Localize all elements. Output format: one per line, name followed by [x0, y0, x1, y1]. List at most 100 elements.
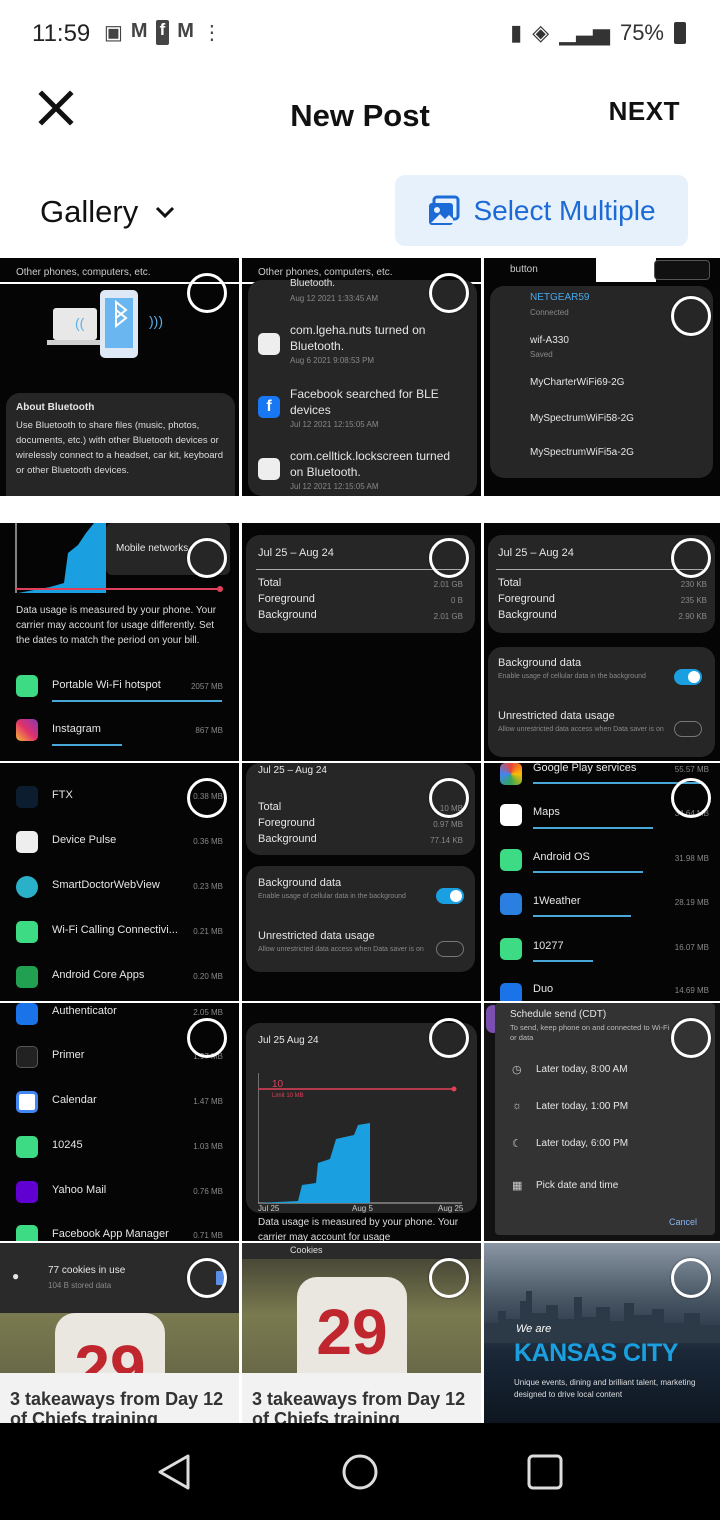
about-body: Use Bluetooth to share files (music, pho…: [16, 420, 223, 476]
dialog-title: Schedule send (CDT): [510, 1009, 607, 1020]
google-play-services-icon: [500, 763, 522, 785]
select-circle[interactable]: [187, 538, 227, 578]
app-usage: 2057 MB: [190, 682, 223, 691]
usage-note: Data usage is measured by your phone. Yo…: [258, 1217, 459, 1241]
date-range: Jul 25 – Aug 24: [258, 547, 334, 559]
select-circle[interactable]: [187, 1018, 227, 1058]
gallery-thumbnail[interactable]: Mobile networks Data usage is measured b…: [0, 523, 239, 761]
multiple-photos-icon: [429, 195, 460, 225]
clock-icon: ◷: [512, 1064, 522, 1076]
limit-sub: Limit 10 MB: [272, 1093, 304, 1099]
setting-sub: Allow unrestricted data access when Data…: [498, 726, 664, 733]
app-name: SmartDoctorWebView: [52, 879, 160, 891]
app-name: 10245: [52, 1139, 83, 1151]
cookies-stored: 104 B stored data: [48, 1281, 112, 1290]
gallery-thumbnail[interactable]: button NETGEAR59 Connected wif-A330 Save…: [484, 258, 720, 496]
stat-label: Total: [258, 801, 282, 813]
app-usage: 1.47 MB: [193, 1097, 223, 1106]
top-bar: New Post NEXT: [0, 68, 720, 168]
gallery-dropdown[interactable]: Gallery: [40, 194, 176, 230]
chevron-down-icon: [156, 206, 175, 219]
select-circle[interactable]: [671, 1018, 711, 1058]
wifi-network: NETGEAR59: [530, 292, 590, 303]
gallery-thumbnail[interactable]: Authenticator 2.05 MB Primer 1.97 MB Cal…: [0, 1003, 239, 1241]
cookies-label: Cookies: [290, 1245, 323, 1255]
select-circle[interactable]: [671, 296, 711, 336]
select-circle[interactable]: [671, 538, 711, 578]
home-icon[interactable]: [341, 1453, 379, 1491]
gallery-thumbnail[interactable]: Jul 25 Aug 24 10 Limit 10 MB Jul 25 Aug …: [242, 1003, 481, 1241]
gmail-icon: M: [177, 20, 194, 42]
stat-value: 2.01 GB: [433, 612, 463, 621]
gmail-icon: M: [130, 20, 148, 42]
gallery-thumbnail[interactable]: FTX 0.38 MB Device Pulse 0.36 MB SmartDo…: [0, 763, 239, 1001]
article-headline: 3 takeaways from Day 12 of Chiefs traini…: [10, 1389, 224, 1423]
log-entry-title: Facebook searched for BLE devices: [290, 387, 439, 417]
limit-label: 10: [272, 1079, 284, 1090]
toggle-on: [436, 888, 464, 904]
tile-header: Other phones, computers, etc.: [258, 267, 393, 278]
select-circle[interactable]: [429, 1258, 469, 1298]
toggle-off: [674, 721, 702, 737]
gallery-thumbnail[interactable]: Other phones, computers, etc. Bluetooth.…: [242, 258, 481, 496]
select-circle[interactable]: [429, 273, 469, 313]
app-name: Facebook App Manager: [52, 1228, 169, 1240]
select-multiple-button[interactable]: Select Multiple: [395, 175, 688, 246]
app-usage: 0.36 MB: [193, 837, 223, 846]
notification-icons: ▣ M f M ⋮: [104, 20, 222, 45]
gallery-thumbnail[interactable]: Schedule send (CDT) To send, keep phone …: [484, 1003, 720, 1241]
stat-value: 2.90 KB: [678, 612, 707, 621]
usage-note: Data usage is measured by your phone. Yo…: [16, 605, 217, 646]
setting-sub: Allow unrestricted data access when Data…: [258, 946, 424, 953]
stat-label: Foreground: [258, 593, 315, 605]
app-name: Portable Wi-Fi hotspot: [52, 679, 161, 691]
gallery-thumbnail[interactable]: Google Play services 55.57 MB Maps 34.64…: [484, 763, 720, 1001]
vibrate-icon: ▮: [510, 20, 523, 45]
gallery-thumbnail[interactable]: Other phones, computers, etc. (( ))) Abo…: [0, 258, 239, 496]
stat-label: Background: [258, 609, 317, 621]
cancel-button: Cancel: [668, 1217, 697, 1227]
select-circle[interactable]: [429, 778, 469, 818]
select-circle[interactable]: [187, 273, 227, 313]
recents-icon[interactable]: [526, 1453, 564, 1491]
stat-value: 0 B: [450, 596, 463, 605]
select-circle[interactable]: [671, 778, 711, 818]
app-name: Primer: [52, 1049, 85, 1061]
back-icon[interactable]: [156, 1453, 192, 1491]
select-circle[interactable]: [671, 1258, 711, 1298]
stat-label: Foreground: [498, 593, 555, 605]
log-entry-time: Jul 12 2021 12:15:05 AM: [290, 482, 379, 491]
setting-title: Background data: [258, 877, 342, 889]
mobile-networks-label: Mobile networks: [116, 543, 189, 554]
calendar-icon: ▦: [512, 1180, 523, 1192]
app-usage: 28.19 MB: [674, 898, 709, 907]
app-usage: 0.20 MB: [193, 972, 223, 981]
gallery-thumbnail[interactable]: 29 Cookies 3 takeaways from Day 12 of Ch…: [242, 1243, 481, 1423]
select-circle[interactable]: [429, 538, 469, 578]
signal-icon: ▁▃▅: [559, 20, 610, 45]
gallery-thumbnail[interactable]: Jul 25 – Aug 24 Total 10 MB Foreground 0…: [242, 763, 481, 1001]
select-circle[interactable]: [429, 1018, 469, 1058]
gallery-label: Gallery: [40, 194, 139, 229]
promo-text: Unique events, dining and brilliant tale…: [514, 1378, 696, 1399]
select-circle[interactable]: [187, 778, 227, 818]
android-icon: [16, 921, 38, 943]
stat-label: Background: [498, 609, 557, 621]
app-usage: 0.76 MB: [193, 1187, 223, 1196]
next-button[interactable]: NEXT: [609, 96, 680, 127]
about-title: About Bluetooth: [16, 402, 95, 413]
gallery-thumbnail[interactable]: We are KANSAS CITY Unique events, dining…: [484, 1243, 720, 1423]
gallery-thumbnail[interactable]: Jul 25 – Aug 24 Total 2.01 GB Foreground…: [242, 523, 481, 761]
stat-value: 2.01 GB: [433, 580, 463, 589]
gallery-thumbnail[interactable]: 29 ● 77 cookies in use 104 B stored data…: [0, 1243, 239, 1423]
bluetooth-illustration: (( ))): [47, 290, 163, 358]
city-name: KANSAS CITY: [514, 1339, 678, 1367]
setting-sub: Enable usage of cellular data in the bac…: [498, 673, 646, 680]
android-icon: [500, 938, 522, 960]
stat-value: 235 KB: [680, 596, 707, 605]
gallery-thumbnail[interactable]: Jul 25 – Aug 24 Total 230 KB Foreground …: [484, 523, 720, 761]
facebook-icon: f: [155, 20, 170, 45]
date-range: Jul 25 – Aug 24: [258, 765, 327, 776]
stat-value: 77.14 KB: [430, 836, 463, 845]
select-circle[interactable]: [187, 1258, 227, 1298]
